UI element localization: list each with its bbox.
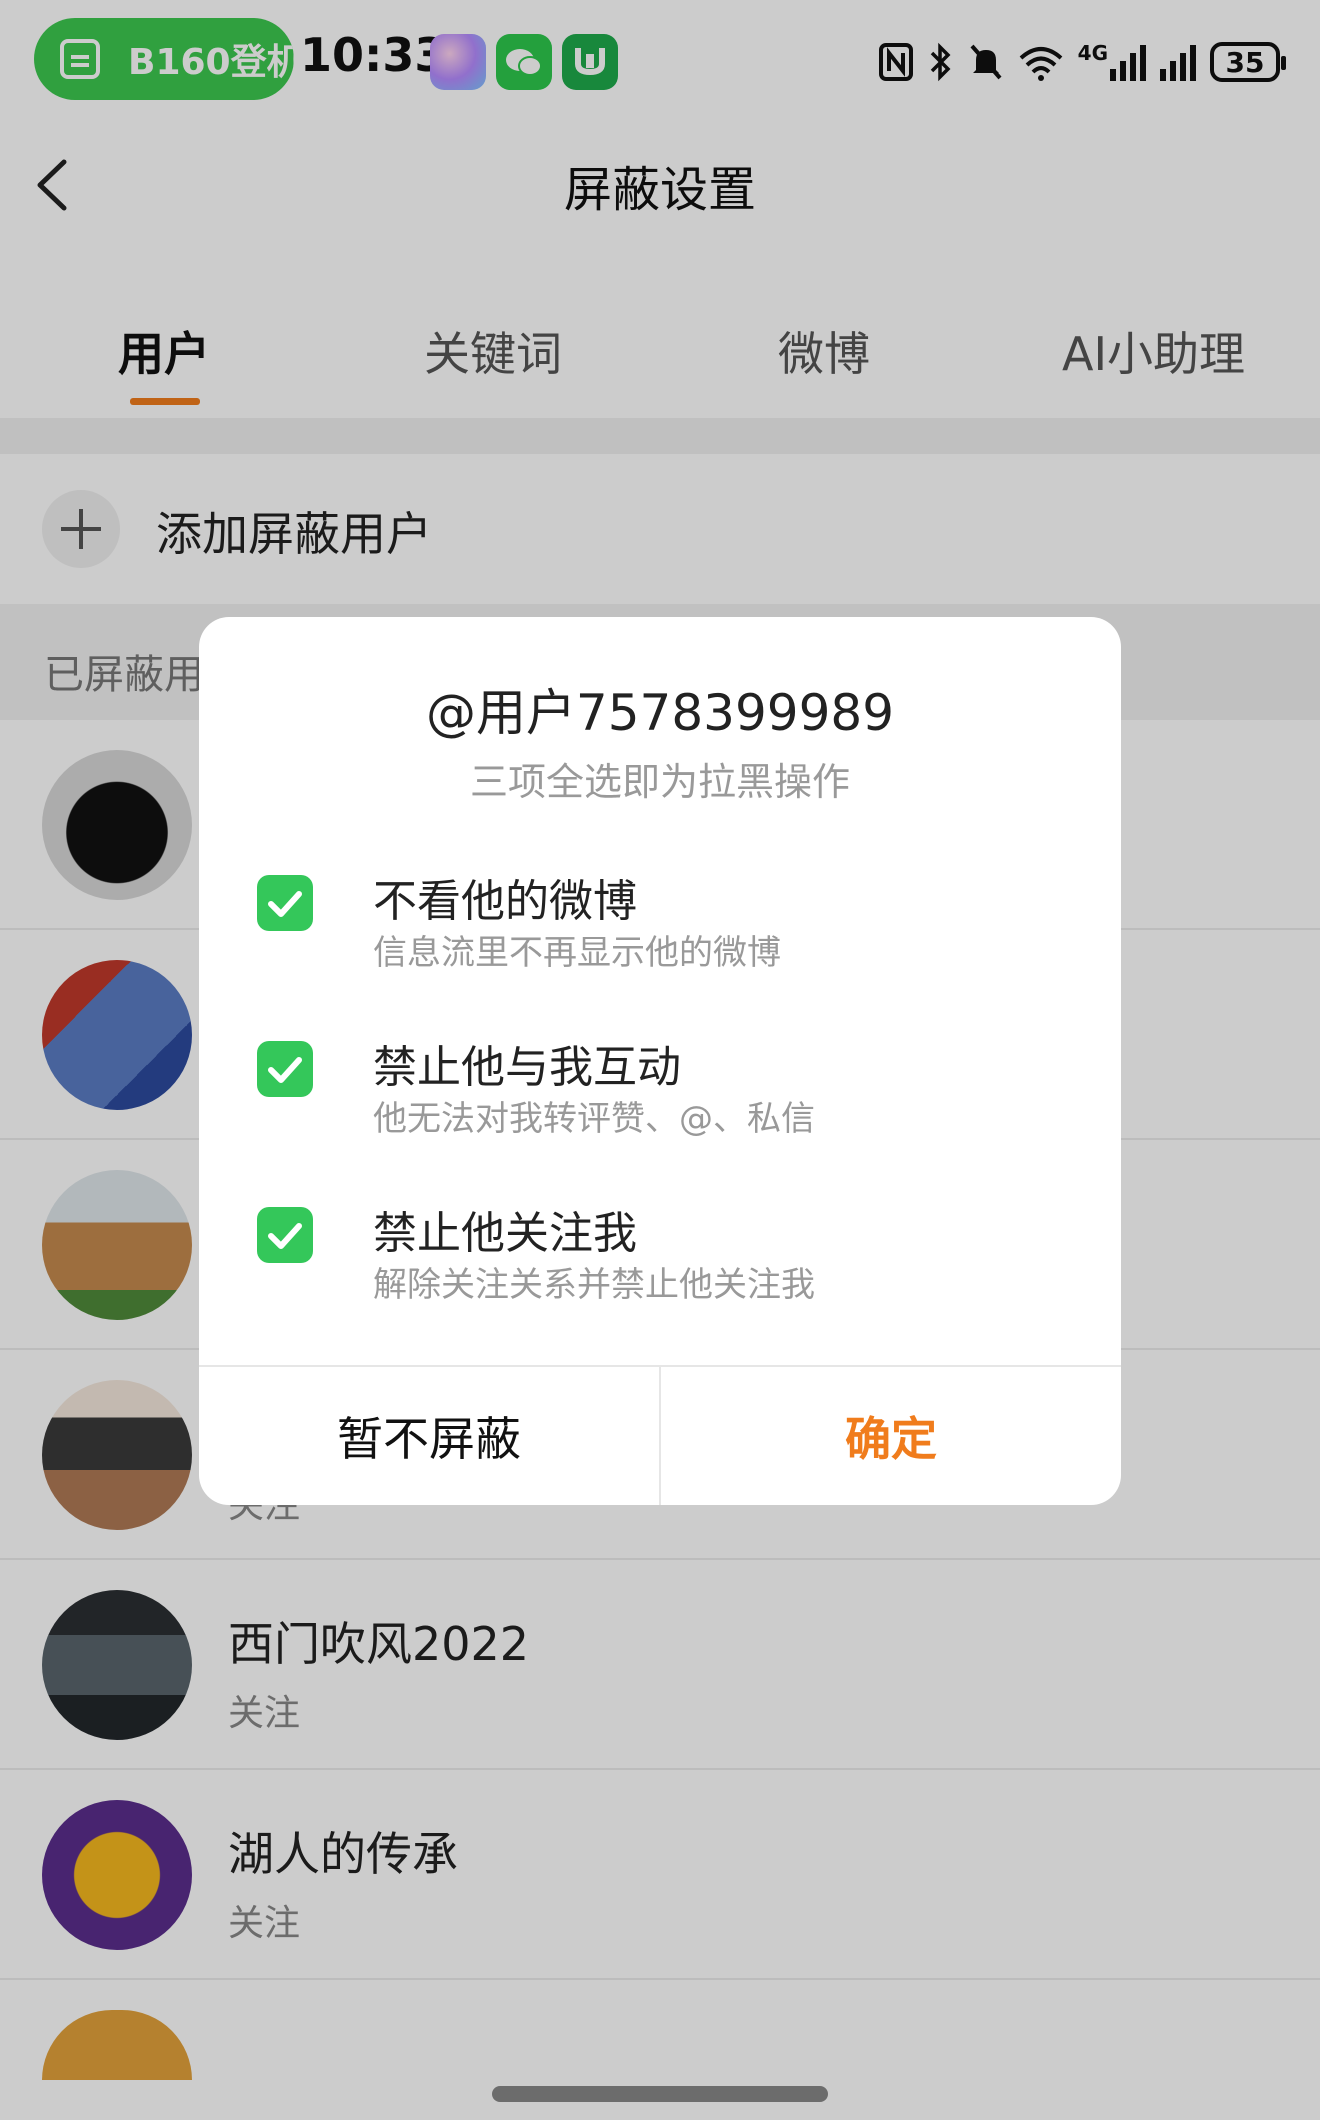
- option-desc: 信息流里不再显示他的微博: [373, 933, 781, 973]
- check-icon: [268, 891, 302, 917]
- block-user-dialog: @用户7578399989 三项全选即为拉黑操作 不看他的微博 信息流里不再显示…: [199, 617, 1121, 1505]
- checkbox-block-interaction[interactable]: [257, 1041, 313, 1097]
- option-title: 不看他的微博: [373, 876, 637, 927]
- confirm-button[interactable]: 确定: [661, 1367, 1121, 1505]
- option-desc: 解除关注关系并禁止他关注我: [373, 1265, 815, 1305]
- option-title: 禁止他与我互动: [373, 1042, 681, 1093]
- dialog-title: @用户7578399989: [425, 684, 895, 742]
- checkbox-block-follow[interactable]: [257, 1207, 313, 1263]
- option-desc: 他无法对我转评赞、@、私信: [373, 1099, 815, 1139]
- option-title: 禁止他关注我: [373, 1208, 637, 1259]
- check-icon: [268, 1223, 302, 1249]
- cancel-button[interactable]: 暂不屏蔽: [199, 1367, 659, 1505]
- dialog-subtitle: 三项全选即为拉黑操作: [469, 760, 850, 804]
- checkbox-hide-posts[interactable]: [257, 875, 313, 931]
- check-icon: [268, 1057, 302, 1083]
